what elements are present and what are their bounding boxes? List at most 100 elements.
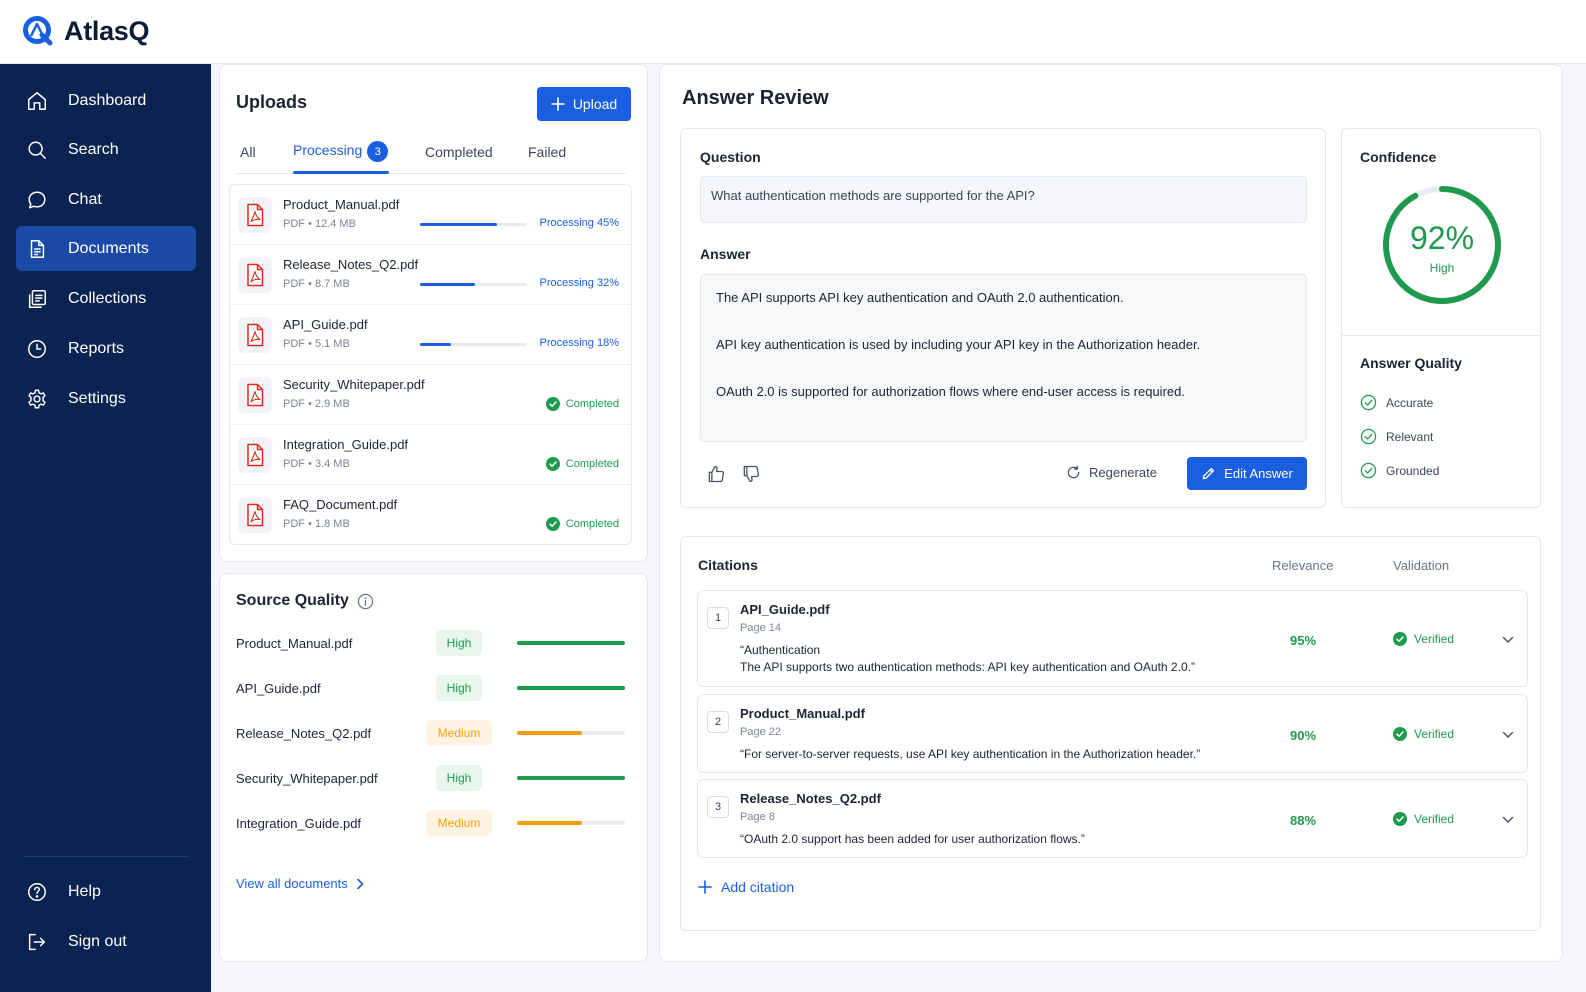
- regenerate-button[interactable]: Regenerate: [1066, 465, 1157, 480]
- completed-status-label: Completed: [565, 398, 619, 410]
- sidebar-item-chat[interactable]: Chat: [16, 177, 196, 222]
- quality-item-grounded: Grounded: [1360, 462, 1439, 479]
- pdf-file-icon: [247, 503, 264, 527]
- thumbs-down-icon: [743, 465, 760, 483]
- sidebar-item-settings[interactable]: Settings: [16, 376, 196, 421]
- file-name: Integration_Guide.pdf: [283, 437, 409, 452]
- file-name: Release_Notes_Q2.pdf: [283, 257, 419, 272]
- sidebar-item-help[interactable]: Help: [16, 869, 196, 914]
- file-row[interactable]: Security_Whitepaper.pdf PDF • 2.9 MB Compl…: [230, 365, 631, 425]
- sidebar-item-search[interactable]: Search: [16, 127, 196, 172]
- file-icon-tile: [238, 437, 272, 473]
- file-meta: PDF • 8.7 MB: [283, 278, 350, 290]
- quality-item-relevant: Relevant: [1360, 428, 1433, 445]
- quality-item-accurate: Accurate: [1360, 394, 1433, 411]
- file-row[interactable]: Release_Notes_Q2.pdf PDF • 8.7 MB Processi…: [230, 245, 631, 305]
- answer-review-title: Answer Review: [682, 87, 829, 109]
- quality-badge: High: [436, 630, 482, 656]
- sidebar-item-dashboard[interactable]: Dashboard: [16, 78, 196, 123]
- file-row[interactable]: API_Guide.pdf PDF • 5.1 MB Processing 18%: [230, 305, 631, 365]
- upload-button-label: Upload: [572, 96, 618, 112]
- quality-bar: [517, 641, 625, 645]
- citation-validation-label: Verified: [1414, 632, 1455, 646]
- add-citation-button[interactable]: Add citation: [698, 879, 794, 895]
- progress-bar-fill: [420, 223, 498, 226]
- thumbs-down-button[interactable]: [741, 464, 761, 484]
- quality-badge: Medium: [426, 720, 492, 746]
- completed-status: Completed: [545, 457, 619, 471]
- citation-number: 3: [707, 796, 729, 818]
- sidebar-item-collections[interactable]: Collections: [16, 276, 196, 321]
- progress-bar-fill: [420, 283, 475, 286]
- citation-file: Release_Notes_Q2.pdf: [740, 791, 881, 806]
- thumbs-up-button[interactable]: [706, 464, 726, 484]
- info-icon[interactable]: [357, 593, 374, 610]
- view-all-documents-link[interactable]: View all documents: [236, 876, 364, 891]
- citation-expand-button[interactable]: [1502, 731, 1514, 739]
- citation-row[interactable]: 2 Product_Manual.pdf Page 22 “For server-to…: [697, 694, 1528, 773]
- refresh-icon: [1067, 465, 1080, 479]
- pdf-file-icon: [247, 383, 264, 407]
- tab-all[interactable]: All: [240, 144, 256, 160]
- progress-bar: [420, 283, 527, 286]
- check-circle-icon: [1393, 727, 1407, 741]
- edit-answer-label: Edit Answer: [1224, 466, 1293, 481]
- pdf-file-icon: [247, 203, 264, 227]
- citation-relevance: 88%: [1290, 813, 1317, 828]
- processing-count-badge: 3: [367, 141, 389, 162]
- plus-icon: [551, 97, 565, 111]
- sidebar-item-sign-out[interactable]: Sign out: [16, 919, 196, 964]
- quality-bar: [517, 821, 625, 825]
- plus-icon: [698, 880, 712, 894]
- citation-row[interactable]: 3 Release_Notes_Q2.pdf Page 8 “OAuth 2.0 su…: [697, 779, 1528, 858]
- chevron-right-icon: [356, 878, 364, 889]
- confidence-level: High: [1429, 261, 1455, 275]
- file-row[interactable]: Product_Manual.pdf PDF • 12.4 MB Processin…: [230, 185, 631, 245]
- tab-completed[interactable]: Completed: [425, 144, 493, 160]
- completed-status-label: Completed: [565, 458, 619, 470]
- citation-page: Page 8: [740, 811, 775, 823]
- citation-relevance: 95%: [1290, 633, 1317, 648]
- top-bar: AtlasQ: [0, 0, 1586, 64]
- sidebar-item-label: Help: [68, 882, 101, 900]
- citation-number: 1: [707, 607, 729, 629]
- citation-quote: “For server-to-server requests, use API …: [740, 747, 1201, 761]
- sidebar-item-label: Reports: [68, 339, 125, 357]
- sidebar-item-label: Chat: [68, 190, 102, 208]
- tab-failed[interactable]: Failed: [528, 144, 566, 160]
- file-name: API_Guide.pdf: [283, 317, 368, 332]
- quality-bar: [517, 686, 625, 690]
- check-circle-icon: [545, 397, 560, 411]
- chevron-down-icon: [1502, 636, 1514, 643]
- file-list: Product_Manual.pdf PDF • 12.4 MB Processin…: [229, 184, 632, 545]
- edit-answer-button[interactable]: Edit Answer: [1187, 457, 1307, 490]
- citation-row[interactable]: 1 API_Guide.pdf Page 14 “Authentication The …: [697, 590, 1528, 687]
- brand[interactable]: AtlasQ: [22, 15, 150, 47]
- citation-expand-button[interactable]: [1502, 636, 1514, 644]
- progress-bar-fill: [420, 343, 451, 346]
- file-row[interactable]: Integration_Guide.pdf PDF • 3.4 MB Complet…: [230, 425, 631, 485]
- sidebar-divider: [24, 856, 189, 857]
- citation-expand-button[interactable]: [1502, 816, 1514, 824]
- sidebar-item-label: Sign out: [68, 932, 127, 950]
- tab-processing[interactable]: Processing 3: [293, 141, 389, 162]
- sidebar: Dashboard Search Chat Documents Collecti…: [0, 64, 211, 992]
- tab-processing-label: Processing: [293, 142, 363, 159]
- answer-text: The API supports API key authentication …: [700, 274, 1307, 442]
- citations-panel: Citations Relevance Validation Add citat…: [680, 536, 1541, 931]
- add-citation-label: Add citation: [721, 879, 795, 895]
- gear-icon: [28, 389, 46, 408]
- source-quality-name: Integration_Guide.pdf: [236, 816, 362, 831]
- file-row[interactable]: FAQ_Document.pdf PDF • 1.8 MB Completed: [230, 485, 631, 544]
- uploads-title: Uploads: [236, 92, 308, 112]
- sidebar-item-reports[interactable]: Reports: [16, 326, 196, 371]
- upload-button[interactable]: Upload: [537, 87, 631, 121]
- uploads-card: Uploads Upload All Processing 3 Completed…: [219, 64, 648, 562]
- confidence-title: Confidence: [1360, 149, 1437, 165]
- relevance-header: Relevance: [1272, 558, 1334, 573]
- chevron-down-icon: [1502, 816, 1514, 823]
- processing-status: Processing 45%: [539, 217, 620, 229]
- sidebar-item-documents[interactable]: Documents: [16, 226, 196, 271]
- source-quality-name: Product_Manual.pdf: [236, 636, 353, 651]
- qa-panel: Question What authentication methods are…: [680, 128, 1326, 508]
